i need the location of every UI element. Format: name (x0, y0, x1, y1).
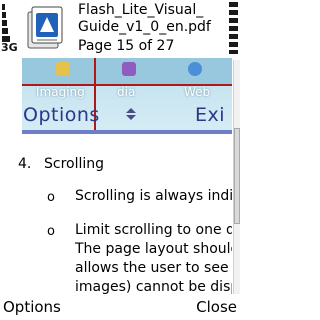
signal-strength-icon (2, 4, 12, 44)
embedded-label-web: Web (184, 85, 211, 99)
embedded-scroll-down-icon (126, 115, 136, 120)
pdf-page-viewport[interactable]: Imaging dia Web Options Exi 4. Scrolling … (0, 58, 232, 295)
embedded-screenshot-image: Imaging dia Web Options Exi (22, 58, 232, 134)
embedded-options-text: Options (23, 104, 100, 126)
section-heading: 4. Scrolling (18, 156, 104, 172)
pdf-reader-app-icon (22, 4, 68, 50)
bullet-marker: o (47, 224, 55, 239)
header: 3G Flash_Lite_Visual_ Guide_v1_0_en.pdf … (0, 0, 240, 58)
embedded-exit-text: Exi (195, 104, 226, 126)
softkey-bar: Options Close (0, 295, 240, 320)
bullet-text: Limit scrolling to one d The page layout… (75, 222, 232, 295)
embedded-bottom-bar (22, 130, 232, 134)
section-number: 4. (18, 156, 32, 172)
embedded-label-imaging: Imaging (36, 85, 85, 99)
scrollbar-thumb[interactable] (234, 128, 240, 224)
network-type-label: 3G (1, 41, 18, 54)
document-title: Flash_Lite_Visual_ Guide_v1_0_en.pdf (78, 2, 211, 35)
section-title: Scrolling (44, 156, 105, 172)
bullet-text: Scrolling is always indic (75, 188, 232, 204)
bullet-marker: o (47, 190, 55, 205)
battery-level-icon (229, 2, 238, 54)
folder-icon (56, 62, 70, 76)
vertical-scrollbar[interactable] (233, 60, 240, 294)
close-softkey[interactable]: Close (196, 298, 237, 316)
embedded-label-media: dia (117, 85, 136, 99)
options-softkey[interactable]: Options (3, 298, 61, 316)
embedded-scroll-up-icon (126, 108, 136, 113)
page-indicator: Page 15 of 27 (78, 38, 175, 54)
globe-icon (188, 62, 202, 76)
media-icon (122, 62, 136, 76)
